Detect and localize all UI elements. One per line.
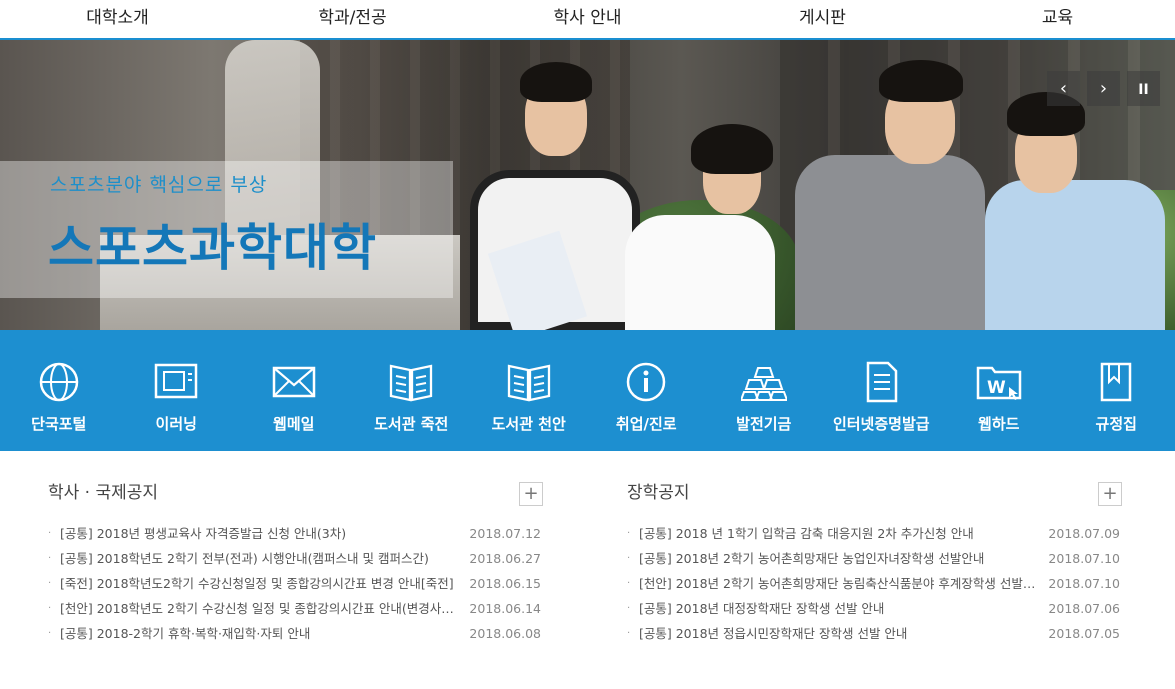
bookmark-icon	[1101, 362, 1132, 402]
quick-link-label: 인터넷증명발급	[832, 415, 930, 433]
scholarship-notice-board: 장학공지 + · [공통] 2018 년 1학기 입학금 감축 대응지원 2차 추…	[627, 478, 1122, 646]
quick-link-label: 취업/진로	[615, 415, 677, 433]
quick-link-label: 발전기금	[736, 415, 792, 433]
notice-item[interactable]: · [공통] 2018 년 1학기 입학금 감축 대응지원 2차 추가신청 안내 2…	[627, 521, 1122, 546]
notice-item[interactable]: · [천안] 2018학년도 2학기 수강신청 일정 및 종합강의시간표 안내(변…	[48, 596, 543, 621]
top-navigation: 대학소개 학과/전공 학사 안내 게시판 교육	[0, 0, 1175, 40]
bullet-icon: ·	[48, 528, 52, 539]
notice-item[interactable]: · [천안] 2018년 2학기 농어촌희망재단 농림축산식품분야 후계장학생 선…	[627, 571, 1122, 596]
notice-title[interactable]: [천안] 2018학년도 2학기 수강신청 일정 및 종합강의시간표 안내(변경…	[60, 596, 465, 621]
notice-date: 2018.07.10	[1048, 576, 1120, 591]
chevron-right-icon: ›	[1099, 78, 1108, 99]
chevron-left-icon: ‹	[1059, 78, 1068, 99]
notice-item[interactable]: · [죽전] 2018학년도2학기 수강신청일정 및 종합강의시간표 변경 안내[…	[48, 571, 543, 596]
mail-icon	[272, 366, 315, 398]
quick-link-webmail[interactable]: 웹메일	[235, 330, 353, 451]
notice-date: 2018.07.12	[469, 526, 541, 541]
nav-item-departments[interactable]: 학과/전공	[235, 0, 470, 38]
quick-link-library-jukjeon[interactable]: 도서관 죽전	[353, 330, 471, 451]
document-icon	[867, 361, 898, 403]
slider-next-button[interactable]: ›	[1087, 71, 1120, 106]
notice-item[interactable]: · [공통] 2018년 2학기 농어촌희망재단 농업인자녀장학생 선발안내 201…	[627, 546, 1122, 571]
quick-link-label: 단국포털	[31, 415, 87, 433]
quick-link-certificate[interactable]: 인터넷증명발급	[823, 330, 941, 451]
svg-text:W: W	[987, 378, 1006, 398]
bullet-icon: ·	[627, 553, 631, 564]
nav-item-academic-guide[interactable]: 학사 안내	[470, 0, 705, 38]
quick-link-career[interactable]: 취업/진로	[588, 330, 706, 451]
notice-title[interactable]: [공통] 2018-2학기 휴학·복학·재입학·자퇴 안내	[60, 621, 465, 646]
notice-item[interactable]: · [공통] 2018-2학기 휴학·복학·재입학·자퇴 안내 2018.06.08	[48, 621, 543, 646]
bullet-icon: ·	[627, 528, 631, 539]
quick-link-elearning[interactable]: 이러닝	[118, 330, 236, 451]
folder-icon: W	[976, 366, 1021, 400]
bullet-icon: ·	[48, 553, 52, 564]
bullet-icon: ·	[48, 603, 52, 614]
notice-date: 2018.07.05	[1048, 626, 1120, 641]
board-header: 학사 · 국제공지 +	[48, 478, 543, 514]
gold-bars-icon	[740, 367, 787, 401]
notice-title[interactable]: [공통] 2018년 2학기 농어촌희망재단 농업인자녀장학생 선발안내	[639, 546, 1044, 571]
bullet-icon: ·	[48, 578, 52, 589]
notice-title[interactable]: [공통] 2018년 평생교육사 자격증발급 신청 안내(3차)	[60, 521, 465, 546]
monitor-icon	[155, 363, 198, 399]
notice-date: 2018.06.08	[469, 626, 541, 641]
quick-link-label: 도서관 죽전	[374, 415, 449, 433]
notice-title[interactable]: [공통] 2018년 정읍시민장학재단 장학생 선발 안내	[639, 621, 1044, 646]
notice-date: 2018.07.06	[1048, 601, 1120, 616]
plus-icon: +	[1102, 483, 1118, 504]
notice-date: 2018.06.14	[469, 601, 541, 616]
notice-date: 2018.07.09	[1048, 526, 1120, 541]
bullet-icon: ·	[627, 628, 631, 639]
notice-item[interactable]: · [공통] 2018학년도 2학기 전부(전과) 시행안내(캠퍼스내 및 캠퍼스…	[48, 546, 543, 571]
nav-item-education[interactable]: 교육	[940, 0, 1175, 38]
slider-pause-button[interactable]: II	[1127, 71, 1160, 106]
board-title: 학사 · 국제공지	[48, 483, 159, 503]
quick-links-bar: 단국포털 이러닝 웹메일 도서관 죽전 도서관 천안 취업/진로 발전기금 인터…	[0, 330, 1175, 451]
nav-item-about[interactable]: 대학소개	[0, 0, 235, 38]
board-title: 장학공지	[627, 483, 690, 503]
slider-prev-button[interactable]: ‹	[1047, 71, 1080, 106]
notice-list: · [공통] 2018년 평생교육사 자격증발급 신청 안내(3차) 2018.07…	[48, 521, 543, 646]
pause-icon: II	[1138, 82, 1149, 98]
quick-link-portal[interactable]: 단국포털	[0, 330, 118, 451]
notice-title[interactable]: [공통] 2018학년도 2학기 전부(전과) 시행안내(캠퍼스내 및 캠퍼스간…	[60, 546, 465, 571]
bullet-icon: ·	[627, 578, 631, 589]
bullet-icon: ·	[48, 628, 52, 639]
plus-icon: +	[523, 483, 539, 504]
quick-link-development-fund[interactable]: 발전기금	[705, 330, 823, 451]
quick-link-label: 규정집	[1095, 415, 1137, 433]
quick-link-label: 웹하드	[978, 415, 1020, 433]
hero-banner: 스포츠분야 핵심으로 부상 스포츠과학대학 ‹ › II	[0, 40, 1175, 330]
notice-title[interactable]: [공통] 2018년 대정장학재단 장학생 선발 안내	[639, 596, 1044, 621]
info-icon	[627, 362, 666, 402]
notice-title[interactable]: [천안] 2018년 2학기 농어촌희망재단 농림축산식품분야 후계장학생 선발…	[639, 571, 1044, 596]
notice-date: 2018.07.10	[1048, 551, 1120, 566]
academic-notice-board: 학사 · 국제공지 + · [공통] 2018년 평생교육사 자격증발급 신청 안…	[48, 478, 543, 646]
quick-link-library-cheonan[interactable]: 도서관 천안	[470, 330, 588, 451]
quick-link-regulations[interactable]: 규정집	[1058, 330, 1175, 451]
hero-title: 스포츠과학대학	[48, 219, 377, 277]
nav-item-board[interactable]: 게시판	[705, 0, 940, 38]
hero-subtitle: 스포츠분야 핵심으로 부상	[50, 174, 268, 196]
board-header: 장학공지 +	[627, 478, 1122, 514]
more-button[interactable]: +	[1098, 482, 1122, 506]
quick-link-label: 도서관 천안	[491, 415, 566, 433]
notice-date: 2018.06.27	[469, 551, 541, 566]
book-icon	[390, 364, 433, 402]
bullet-icon: ·	[627, 603, 631, 614]
globe-icon	[39, 362, 78, 402]
notice-title[interactable]: [죽전] 2018학년도2학기 수강신청일정 및 종합강의시간표 변경 안내[죽…	[60, 571, 465, 596]
notice-list: · [공통] 2018 년 1학기 입학금 감축 대응지원 2차 추가신청 안내 2…	[627, 521, 1122, 646]
notice-item[interactable]: · [공통] 2018년 평생교육사 자격증발급 신청 안내(3차) 2018.07…	[48, 521, 543, 546]
notice-item[interactable]: · [공통] 2018년 대정장학재단 장학생 선발 안내 2018.07.06	[627, 596, 1122, 621]
quick-link-label: 이러닝	[155, 415, 197, 433]
notice-title[interactable]: [공통] 2018 년 1학기 입학금 감축 대응지원 2차 추가신청 안내	[639, 521, 1044, 546]
quick-link-label: 웹메일	[273, 415, 315, 433]
book-icon	[507, 364, 550, 402]
notice-item[interactable]: · [공통] 2018년 정읍시민장학재단 장학생 선발 안내 2018.07.05	[627, 621, 1122, 646]
more-button[interactable]: +	[519, 482, 543, 506]
quick-link-webhard[interactable]: W 웹하드	[940, 330, 1058, 451]
notice-date: 2018.06.15	[469, 576, 541, 591]
